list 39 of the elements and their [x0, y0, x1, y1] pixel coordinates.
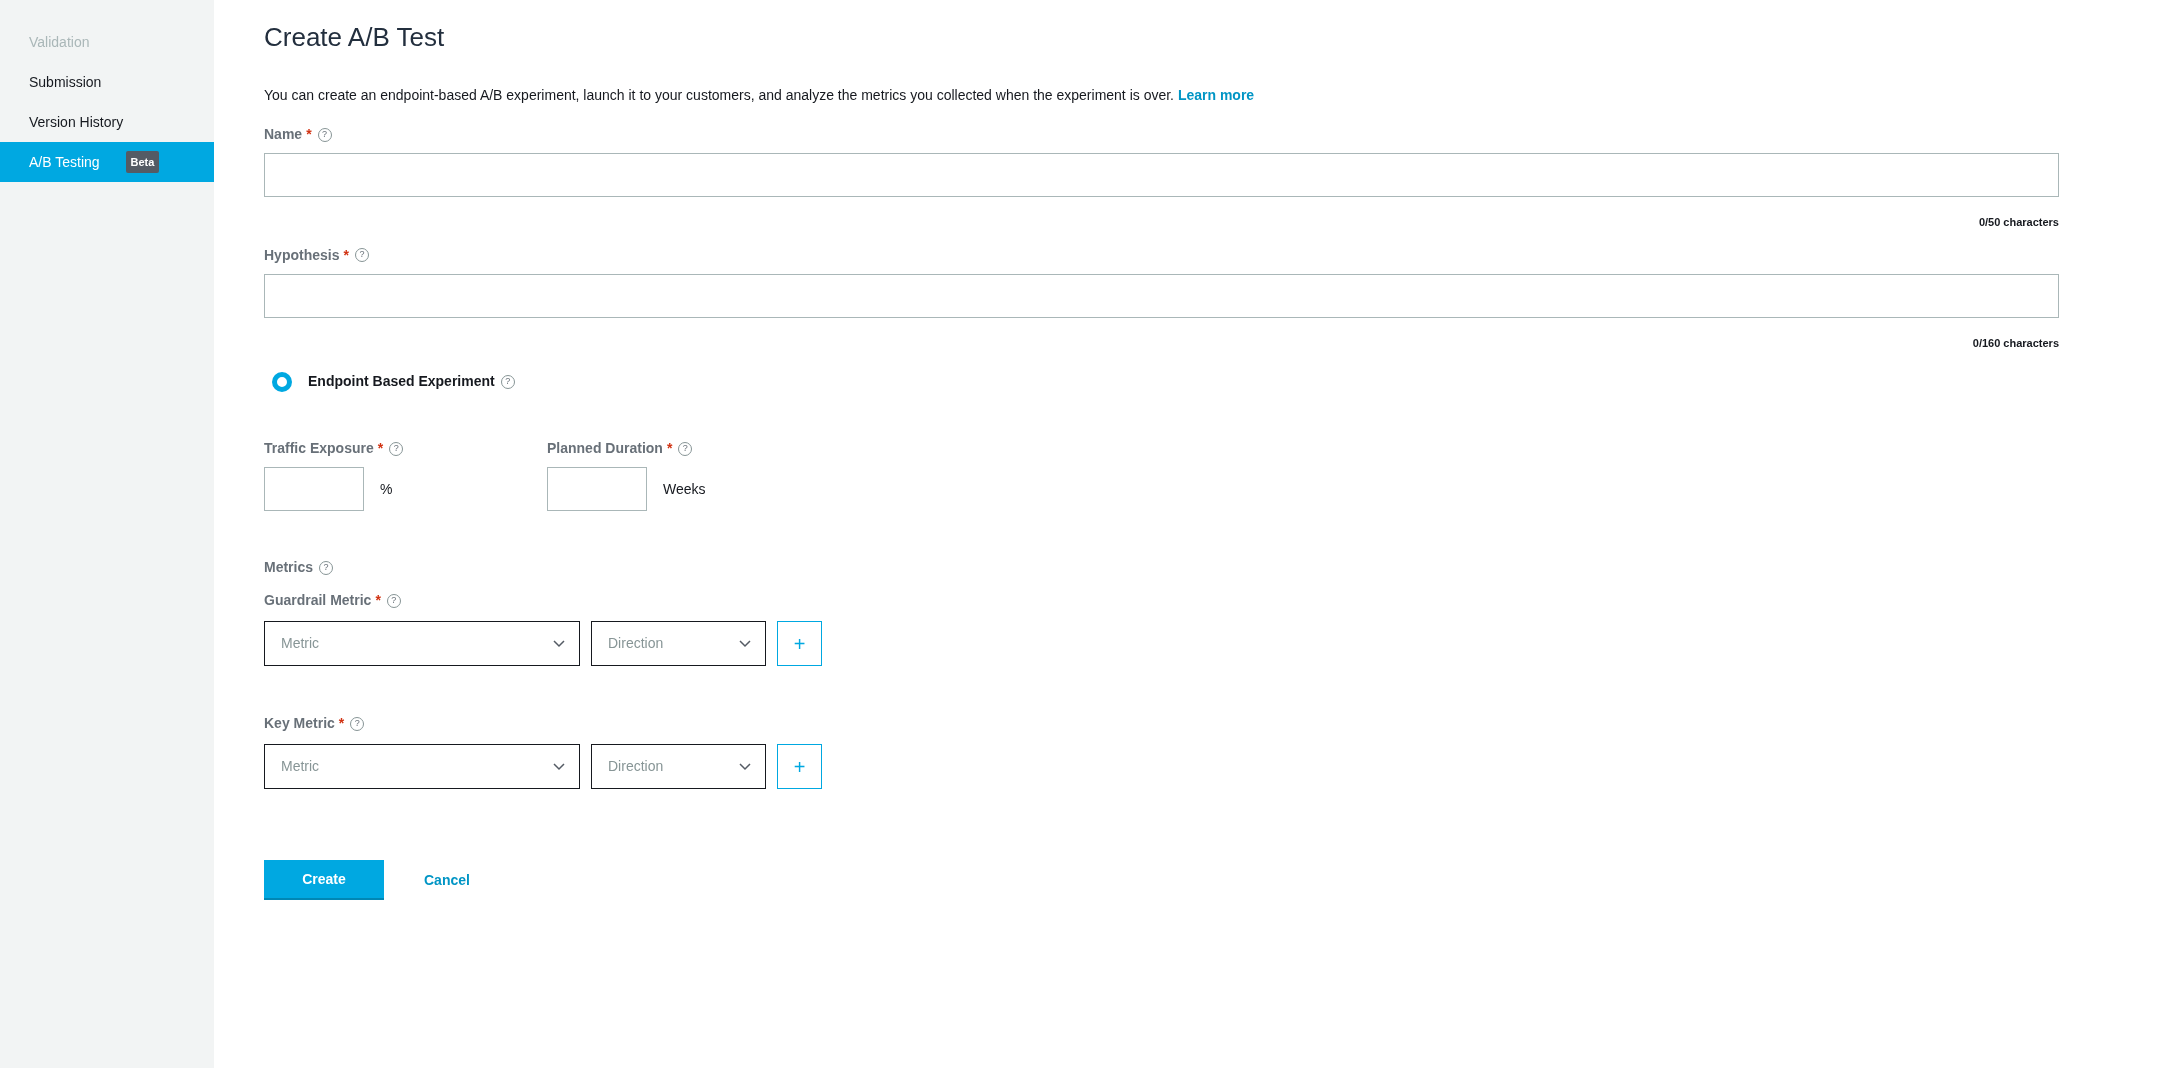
required-mark: * — [666, 439, 673, 459]
chevron-down-icon — [553, 762, 565, 771]
learn-more-link[interactable]: Learn more — [1177, 87, 1255, 104]
chevron-down-icon — [739, 639, 751, 648]
beta-badge: Beta — [125, 150, 160, 174]
field-label: Key Metric — [264, 714, 335, 734]
section-label: Metrics — [264, 558, 314, 578]
text-input-field[interactable] — [264, 153, 2059, 198]
chevron-down-icon — [739, 762, 751, 771]
required-mark: * — [377, 439, 384, 459]
metric-select[interactable]: Metric — [264, 744, 580, 790]
character-counter: 0/160 characters — [1971, 335, 2059, 351]
radio-button[interactable] — [272, 371, 292, 392]
unit-label: Weeks — [663, 479, 706, 499]
required-mark: * — [306, 125, 312, 145]
field-label: Name — [264, 125, 303, 145]
metric-select[interactable]: Metric — [264, 621, 580, 667]
number-input-field[interactable] — [264, 467, 364, 512]
direction-select[interactable]: Direction — [591, 621, 766, 667]
number-input-field[interactable] — [547, 467, 647, 512]
cancel-button[interactable]: Cancel — [424, 869, 470, 891]
required-mark: * — [375, 591, 381, 611]
text-input-field[interactable] — [264, 273, 2059, 318]
radio-label: Endpoint Based Experiment — [308, 372, 495, 392]
required-mark: * — [338, 714, 345, 734]
character-counter: 0/50 characters — [1977, 215, 2059, 231]
description-text: You can create an endpoint-based A/B experiment, launch it to your customers, and analyze the metrics you collected when the experiment is over. Learn more — [264, 86, 1256, 106]
required-mark: * — [343, 245, 349, 265]
chevron-down-icon — [553, 639, 565, 648]
direction-select[interactable]: Direction — [591, 744, 766, 790]
unit-label: % — [380, 479, 393, 499]
field-label: Traffic Exposure — [264, 439, 374, 459]
field-label: Guardrail Metric — [264, 591, 372, 611]
sidebar-item[interactable]: Version History — [0, 102, 214, 142]
page-title: Create A/B Test — [264, 22, 446, 54]
sidebar-item[interactable]: Submission — [0, 62, 214, 102]
sidebar-item[interactable]: A/B Testing Beta — [0, 142, 214, 182]
field-label: Hypothesis — [264, 245, 340, 265]
field-label: Planned Duration — [547, 439, 663, 459]
